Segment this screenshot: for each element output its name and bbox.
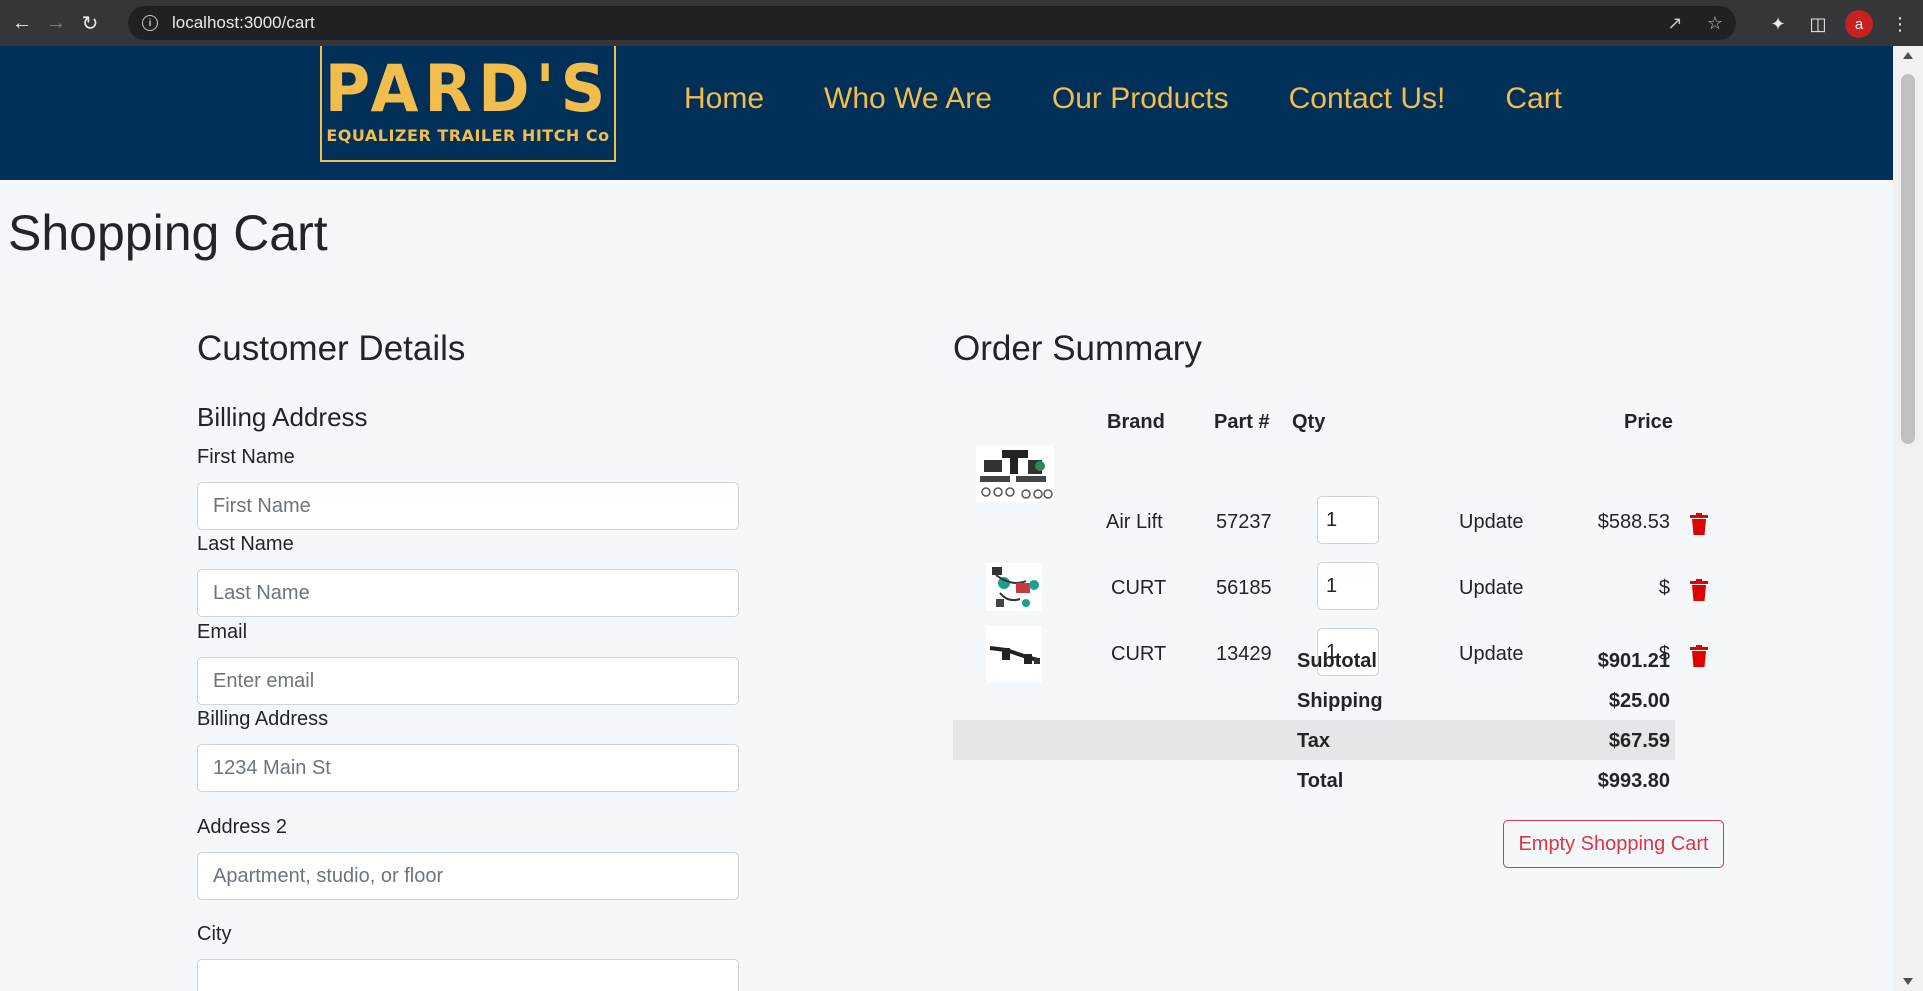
product-image-air-lift <box>976 446 1054 502</box>
nav-link-contact[interactable]: Contact Us! <box>1289 82 1446 116</box>
subtotal-value: $901.21 <box>1597 650 1670 672</box>
shipping-value: $25.00 <box>1608 690 1670 712</box>
site-navbar: PARD'S EQUALIZER TRAILER HITCH Co Home W… <box>0 46 1893 180</box>
update-button[interactable]: Update <box>1459 577 1524 600</box>
update-button[interactable]: Update <box>1459 511 1524 534</box>
customer-details-heading: Customer Details <box>197 329 466 368</box>
email-input[interactable] <box>197 657 739 705</box>
billing-address-input[interactable] <box>197 744 739 792</box>
item-brand: Air Lift <box>1106 511 1163 533</box>
qty-column-header: Qty <box>1292 411 1326 433</box>
order-summary-heading: Order Summary <box>953 329 1202 368</box>
back-icon[interactable]: ← <box>10 11 34 35</box>
bookmark-star-icon[interactable]: ☆ <box>1704 12 1726 34</box>
empty-cart-button[interactable]: Empty Shopping Cart <box>1503 820 1724 868</box>
item-price: $ <box>1658 577 1670 599</box>
subtotal-label: Subtotal <box>1297 650 1377 672</box>
page-scrollbar[interactable] <box>1893 46 1923 991</box>
side-panel-icon[interactable]: ◫ <box>1805 11 1831 37</box>
profile-avatar[interactable]: a <box>1845 10 1873 38</box>
item-brand: CURT <box>1111 577 1167 599</box>
url-text[interactable]: localhost:3000/cart <box>172 13 315 33</box>
tax-label: Tax <box>1297 730 1330 752</box>
share-icon[interactable]: ↗ <box>1664 12 1686 34</box>
city-label: City <box>197 923 232 945</box>
item-part-number: 13429 <box>1216 643 1272 665</box>
browser-toolbar: ← → ↻ i localhost:3000/cart ↗ ☆ ✦ ◫ a ⋮ <box>0 0 1923 46</box>
quantity-input[interactable] <box>1317 562 1379 610</box>
nav-link-our-products[interactable]: Our Products <box>1052 82 1229 116</box>
nav-links: Home Who We Are Our Products Contact Us!… <box>684 82 1622 116</box>
site-logo[interactable]: PARD'S EQUALIZER TRAILER HITCH Co <box>320 46 616 162</box>
trash-icon[interactable] <box>1690 645 1708 667</box>
site-info-icon[interactable]: i <box>142 15 158 31</box>
last-name-input[interactable] <box>197 569 739 617</box>
item-price: $588.53 <box>1597 511 1670 533</box>
trash-icon[interactable] <box>1690 579 1708 601</box>
item-part-number: 57237 <box>1216 511 1272 533</box>
item-part-number: 56185 <box>1216 577 1272 599</box>
product-image-curt-hitch <box>986 626 1042 682</box>
address2-label: Address 2 <box>197 816 288 838</box>
quantity-input[interactable] <box>1317 496 1379 544</box>
price-column-header: Price <box>1624 411 1673 433</box>
scroll-down-arrow-icon[interactable] <box>1903 978 1913 985</box>
page-title: Shopping Cart <box>8 205 328 261</box>
menu-kebab-icon[interactable]: ⋮ <box>1887 11 1913 37</box>
billing-address-heading: Billing Address <box>197 402 368 432</box>
extensions-icon[interactable]: ✦ <box>1765 11 1791 37</box>
address-bar[interactable]: i localhost:3000/cart ↗ ☆ <box>128 6 1736 40</box>
scrollbar-thumb[interactable] <box>1901 74 1915 444</box>
logo-wordmark: PARD'S <box>324 49 612 127</box>
first-name-input[interactable] <box>197 482 739 530</box>
city-input[interactable] <box>197 959 739 991</box>
address2-input[interactable] <box>197 852 739 900</box>
item-brand: CURT <box>1111 643 1167 665</box>
nav-link-home[interactable]: Home <box>684 82 764 116</box>
part-column-header: Part # <box>1214 411 1270 433</box>
billing-address-label: Billing Address <box>197 708 329 730</box>
tax-value: $67.59 <box>1608 730 1670 752</box>
nav-link-who-we-are[interactable]: Who We Are <box>824 82 992 116</box>
page-viewport: PARD'S EQUALIZER TRAILER HITCH Co Home W… <box>0 46 1893 991</box>
total-label: Total <box>1297 770 1344 792</box>
brand-column-header: Brand <box>1107 411 1165 433</box>
total-value: $993.80 <box>1597 770 1670 792</box>
first-name-label: First Name <box>197 446 295 468</box>
forward-icon[interactable]: → <box>44 11 68 35</box>
email-label: Email <box>197 621 248 643</box>
reload-icon[interactable]: ↻ <box>78 11 102 35</box>
shipping-label: Shipping <box>1297 690 1383 712</box>
nav-link-cart[interactable]: Cart <box>1505 82 1562 116</box>
trash-icon[interactable] <box>1690 513 1708 535</box>
scroll-up-arrow-icon[interactable] <box>1903 52 1913 59</box>
logo-tagline: EQUALIZER TRAILER HITCH Co <box>326 125 610 145</box>
product-image-curt-wiring <box>986 563 1042 611</box>
last-name-label: Last Name <box>197 533 294 555</box>
